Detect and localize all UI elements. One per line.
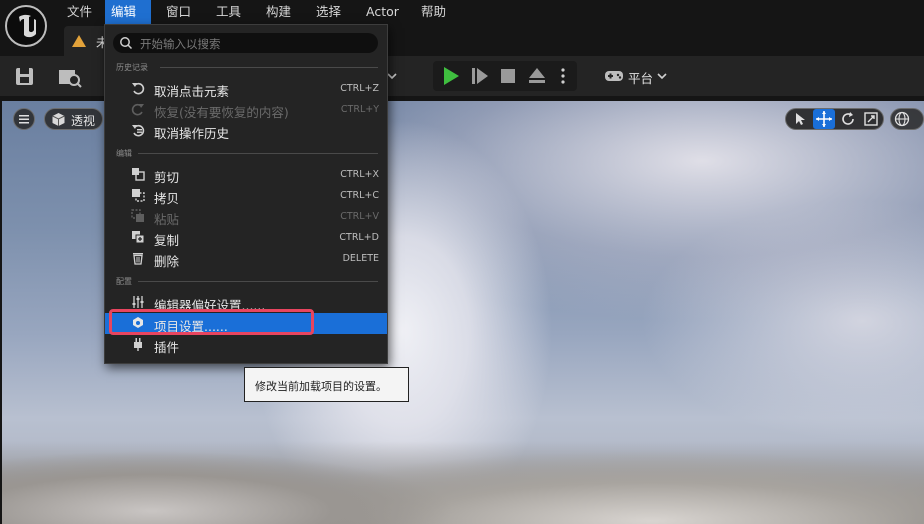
world-local-button[interactable] — [890, 108, 924, 130]
transform-tools-group — [785, 108, 884, 130]
stop-icon — [501, 69, 515, 83]
step-forward-icon — [472, 68, 488, 84]
shortcut-label: DELETE — [342, 253, 379, 264]
menu-item-label: 删除 — [154, 254, 180, 269]
menu-actor[interactable]: Actor — [360, 0, 405, 24]
redo-icon — [131, 103, 144, 116]
shortcut-label: CTRL+C — [340, 190, 379, 201]
menu-item-undo[interactable]: 取消点击元素 CTRL+Z — [105, 78, 387, 99]
tooltip: 修改当前加载项目的设置。 — [244, 367, 409, 402]
menu-item-label: 剪切 — [154, 170, 180, 185]
duplicate-icon — [132, 231, 145, 244]
menu-item-label: 粘贴 — [154, 212, 180, 227]
menu-item-paste[interactable]: 粘贴 CTRL+V — [105, 206, 387, 227]
copy-icon — [132, 189, 145, 202]
hamburger-icon — [19, 115, 29, 124]
tooltip-text: 修改当前加载项目的设置。 — [255, 380, 387, 393]
scale-tool-button[interactable] — [863, 111, 879, 130]
section-divider — [138, 153, 378, 154]
rotate-tool-button[interactable] — [840, 111, 856, 130]
play-options-button[interactable] — [558, 64, 568, 88]
play-button[interactable] — [441, 64, 461, 88]
play-icon — [444, 67, 459, 85]
section-divider — [138, 281, 378, 282]
cursor-icon — [796, 113, 805, 125]
sliders-icon — [132, 296, 144, 308]
viewport-options-button[interactable] — [13, 108, 35, 130]
shortcut-label: CTRL+V — [340, 211, 379, 222]
menu-item-redo[interactable]: 恢复(没有要恢复的内容) CTRL+Y — [105, 99, 387, 120]
menu-item-cut[interactable]: 剪切 CTRL+X — [105, 164, 387, 185]
menu-item-label: 拷贝 — [154, 191, 180, 206]
move-tool-button[interactable] — [813, 109, 835, 129]
menu-search-input[interactable]: 开始输入以搜索 — [113, 33, 378, 53]
search-icon — [120, 37, 133, 50]
menu-build[interactable]: 构建 — [260, 0, 297, 24]
section-divider — [160, 67, 378, 68]
eject-button[interactable] — [526, 64, 548, 88]
save-icon — [16, 68, 33, 85]
platforms-button[interactable]: 平台 — [598, 62, 670, 90]
perspective-label: 透视 — [71, 114, 96, 128]
perspective-button[interactable]: 透视 — [44, 108, 103, 130]
menu-item-undo-history[interactable]: 取消操作历史 — [105, 120, 387, 141]
save-button[interactable] — [14, 62, 36, 90]
more-vertical-icon — [561, 68, 565, 84]
history-icon — [132, 124, 145, 137]
chevron-down-icon — [657, 73, 667, 80]
menu-item-delete[interactable]: 删除 DELETE — [105, 248, 387, 269]
menu-window[interactable]: 窗口 — [160, 0, 197, 24]
rotate-icon — [842, 112, 854, 125]
select-tool-button[interactable] — [792, 111, 808, 130]
cube-icon — [52, 113, 65, 126]
menu-tools[interactable]: 工具 — [210, 0, 247, 24]
shortcut-label: CTRL+Z — [340, 83, 379, 94]
shortcut-label: CTRL+Y — [340, 104, 379, 115]
menu-edit[interactable]: 编辑 — [105, 0, 151, 24]
eject-icon — [529, 68, 545, 83]
plugin-icon — [134, 338, 142, 351]
menu-item-label: 插件 — [154, 340, 180, 355]
section-history-label: 历史记录 — [116, 63, 148, 72]
menu-help[interactable]: 帮助 — [415, 0, 452, 24]
cut-icon — [132, 168, 145, 181]
menu-item-label: 取消操作历史 — [154, 126, 230, 141]
menu-item-plugins[interactable]: 插件 — [105, 334, 387, 355]
globe-icon — [894, 111, 910, 127]
stop-button[interactable] — [499, 64, 517, 88]
undo-icon — [132, 82, 145, 95]
section-config-label: 配置 — [116, 277, 132, 286]
unreal-logo-icon[interactable] — [5, 5, 47, 47]
content-browser-icon — [59, 70, 82, 88]
search-placeholder: 开始输入以搜索 — [140, 37, 221, 51]
level-warning-icon — [72, 35, 86, 47]
shortcut-label: CTRL+D — [339, 232, 379, 243]
terrain-hills — [2, 441, 924, 524]
menu-select[interactable]: 选择 — [310, 0, 347, 24]
menu-item-label: 取消点击元素 — [154, 84, 230, 99]
menu-item-label: 恢复(没有要恢复的内容) — [154, 105, 289, 120]
shortcut-label: CTRL+X — [340, 169, 379, 180]
move-arrows-icon — [816, 111, 832, 127]
menu-item-copy[interactable]: 拷贝 CTRL+C — [105, 185, 387, 206]
platforms-label: 平台 — [628, 71, 654, 86]
trash-icon — [133, 253, 143, 265]
section-edit-label: 编辑 — [116, 149, 132, 158]
menu-file[interactable]: 文件 — [61, 0, 98, 24]
gamepad-icon — [605, 71, 623, 81]
annotation-highlight-box — [109, 309, 314, 335]
advance-frame-button[interactable] — [470, 64, 490, 88]
menu-item-duplicate[interactable]: 复制 CTRL+D — [105, 227, 387, 248]
menu-item-label: 复制 — [154, 233, 180, 248]
paste-icon — [131, 209, 144, 222]
scale-icon — [864, 112, 878, 126]
browse-content-button[interactable] — [57, 62, 83, 90]
